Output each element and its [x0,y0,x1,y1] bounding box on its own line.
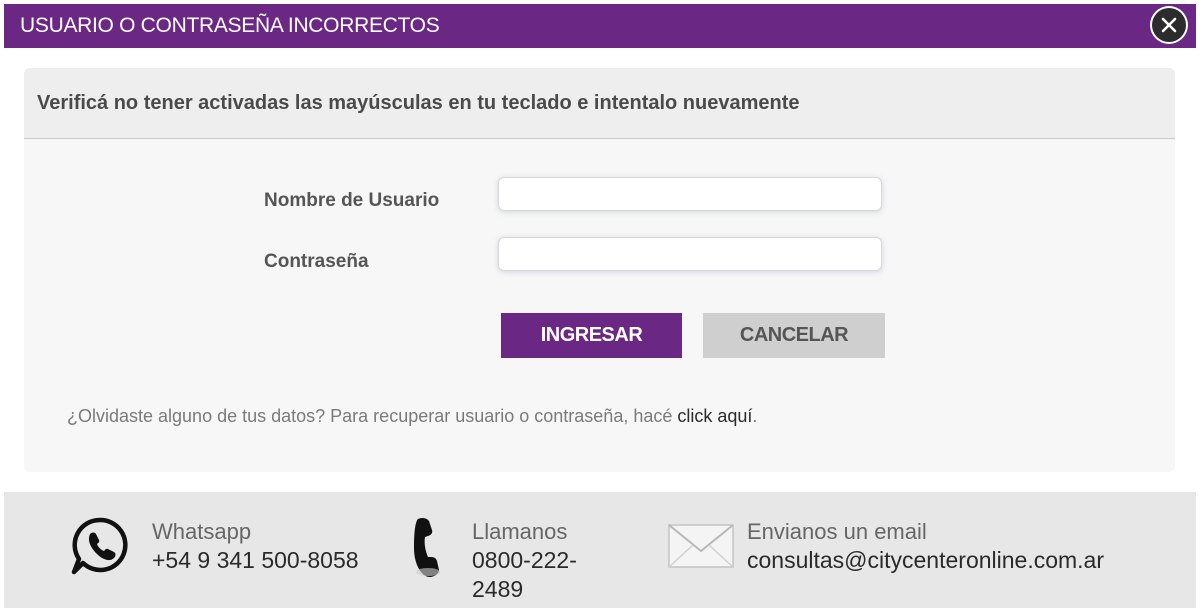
notice-bar: Verificá no tener activadas las mayúscul… [24,68,1175,139]
password-label: Contraseña [264,251,369,272]
modal-title: USUARIO O CONTRASEÑA INCORRECTOS [20,14,440,37]
recover-text: ¿Olvidaste alguno de tus datos? Para rec… [67,406,757,427]
envelope-icon [668,524,734,568]
cancel-button[interactable]: CANCELAR [703,313,885,358]
modal-header: USUARIO O CONTRASEÑA INCORRECTOS [4,4,1196,48]
caps-lock-notice: Verificá no tener activadas las mayúscul… [37,92,800,114]
recover-prompt: ¿Olvidaste alguno de tus datos? Para rec… [67,406,678,426]
whatsapp-icon [71,517,128,575]
whatsapp-number[interactable]: +54 9 341 500-8058 [152,546,359,575]
phone-number[interactable]: 0800-222- 2489 [472,546,577,604]
login-button[interactable]: INGRESAR [501,313,682,358]
phone-title: Llamanos [472,519,568,544]
username-label: Nombre de Usuario [264,190,440,211]
recover-suffix: . [752,406,758,426]
email-title: Envianos un email [747,519,927,544]
phone-number-line-1: 0800-222- [472,547,577,573]
phone-icon [414,517,440,578]
recover-link[interactable]: click aquí [677,406,752,426]
whatsapp-title: Whatsapp [152,519,252,544]
password-input[interactable] [498,237,882,271]
username-input[interactable] [498,177,882,211]
close-button[interactable] [1152,8,1186,42]
email-address[interactable]: consultas@citycenteronline.com.ar [747,546,1104,575]
phone-number-line-2: 2489 [472,576,524,602]
close-icon [1161,17,1177,33]
